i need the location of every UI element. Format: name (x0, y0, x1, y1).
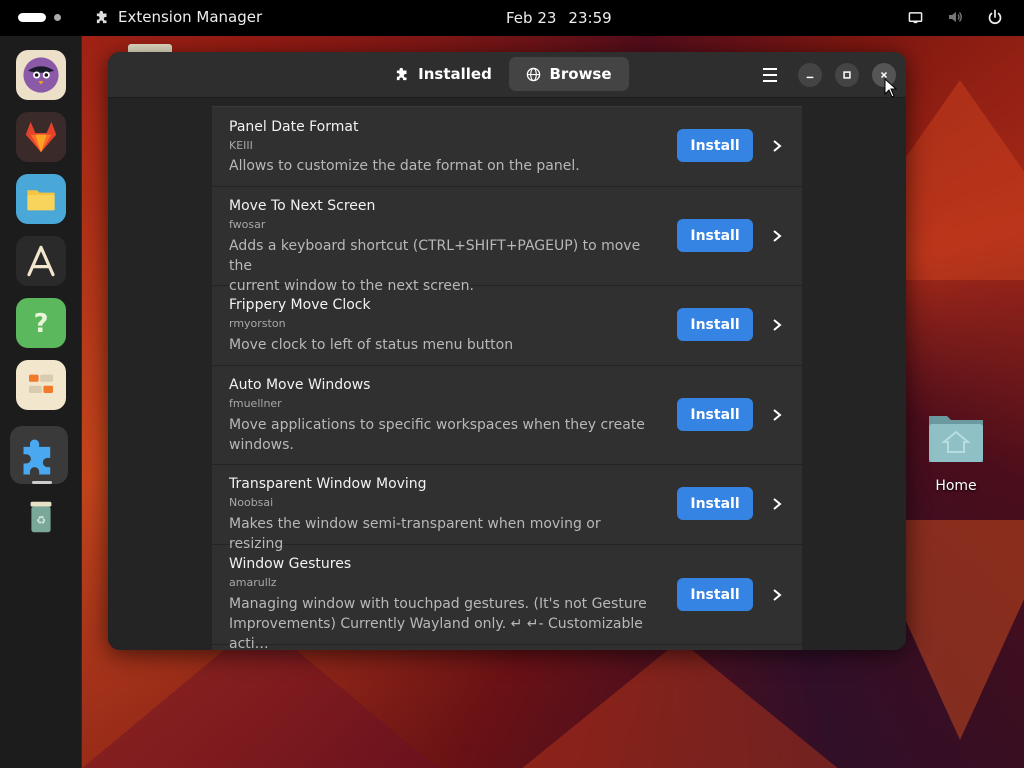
volume-icon[interactable] (946, 8, 964, 26)
activities-button[interactable] (18, 13, 61, 22)
extension-manager-window: Installed Browse Panel Date Format KEIII… (108, 52, 906, 650)
extension-author: fmuellner (229, 397, 282, 410)
workspace-indicator (54, 14, 61, 21)
dock-item-extension-manager[interactable] (16, 432, 66, 482)
extension-description: Move applications to specific workspaces… (229, 415, 659, 455)
description-line: windows. (229, 437, 294, 453)
list-item[interactable]: Window Gestures amarullz Managing window… (212, 545, 802, 650)
chevron-right-icon[interactable] (770, 408, 784, 422)
power-icon[interactable] (986, 8, 1004, 26)
home-folder-label: Home (935, 478, 977, 494)
description-line: Allows to customize the date format on t… (229, 158, 580, 174)
screen-icon[interactable] (906, 8, 924, 26)
home-folder-icon (929, 416, 983, 462)
minimize-button[interactable] (798, 63, 822, 87)
extension-name: Window Gestures (229, 556, 352, 572)
dock: ? ♻ (0, 36, 82, 768)
svg-text:♻: ♻ (36, 514, 46, 527)
globe-icon (527, 67, 541, 81)
chevron-right-icon[interactable] (770, 588, 784, 602)
chevron-right-icon[interactable] (770, 139, 784, 153)
chevron-right-icon[interactable] (770, 229, 784, 243)
system-tray[interactable] (906, 8, 1004, 26)
extension-author: KEIII (229, 139, 253, 152)
list-item[interactable]: Panel Date Format KEIII Allows to custom… (212, 107, 802, 187)
description-line: Move clock to left of status menu button (229, 337, 514, 353)
clock[interactable]: Feb 23 23:59 (506, 9, 612, 27)
extension-author: rmyorston (229, 317, 286, 330)
extension-name: Transparent Window Moving (229, 476, 427, 492)
dock-item-tweaks[interactable] (16, 360, 66, 410)
wallpaper-shape (520, 640, 840, 768)
hamburger-icon (763, 74, 777, 76)
app-menu[interactable]: Extension Manager (96, 8, 262, 26)
browse-content: Panel Date Format KEIII Allows to custom… (108, 98, 906, 650)
clock-time: 23:59 (568, 9, 612, 27)
list-item[interactable]: Frippery Move Clock rmyorston Move clock… (212, 286, 802, 366)
puzzle-icon (23, 439, 51, 475)
extension-name: Move To Next Screen (229, 198, 376, 214)
tab-browse-label: Browse (549, 65, 612, 83)
maximize-button[interactable] (835, 63, 859, 87)
hamburger-icon (763, 80, 777, 82)
app-menu-label: Extension Manager (118, 8, 263, 26)
extension-name: Auto Move Windows (229, 377, 371, 393)
tab-browse[interactable]: Browse (509, 57, 629, 91)
desktop-home-folder[interactable]: Home (920, 410, 992, 494)
install-button[interactable]: Install (677, 308, 753, 341)
list-item[interactable]: Move To Next Screen fwosar Adds a keyboa… (212, 187, 802, 294)
header-bar: Installed Browse (108, 52, 906, 98)
extension-description: Move clock to left of status menu button (229, 335, 659, 355)
trash-icon: ♻ (30, 501, 52, 533)
extension-author: amarullz (229, 576, 277, 589)
workspace-active-indicator (18, 13, 46, 22)
tweaks-icon (29, 374, 53, 393)
install-button[interactable]: Install (677, 578, 753, 611)
folder-icon (27, 190, 55, 211)
dock-item-help[interactable]: ? (16, 298, 66, 348)
clock-date: Feb 23 (506, 9, 557, 27)
top-bar: Extension Manager Feb 23 23:59 (0, 0, 1024, 36)
dock-item-trash[interactable]: ♻ (16, 492, 66, 542)
running-app-indicator (32, 481, 52, 484)
extension-author: fwosar (229, 218, 266, 231)
extension-description: Managing window with touchpad gestures. … (229, 594, 659, 650)
help-icon: ? (34, 309, 49, 339)
whatsie-icon (23, 57, 59, 93)
dock-item-gitlab[interactable] (16, 112, 66, 162)
install-button[interactable]: Install (677, 487, 753, 520)
puzzle-icon (96, 10, 107, 24)
extension-author: Noobsai (229, 496, 274, 509)
chevron-right-icon[interactable] (770, 497, 784, 511)
tab-installed[interactable]: Installed (388, 57, 500, 91)
chevron-right-icon[interactable] (770, 318, 784, 332)
puzzle-icon (397, 67, 407, 81)
hamburger-icon (763, 68, 777, 70)
software-center-icon (27, 245, 55, 277)
install-button[interactable]: Install (677, 398, 753, 431)
main-menu-button[interactable] (758, 64, 782, 86)
description-line: Move applications to specific workspaces… (229, 417, 645, 433)
description-line: Improvements) Currently Wayland only. ↵ … (229, 616, 643, 650)
dock-item-files[interactable] (16, 174, 66, 224)
minimize-icon (806, 76, 814, 79)
description-line: Managing window with touchpad gestures. … (229, 596, 647, 612)
gitlab-icon (25, 121, 57, 153)
svg-text:?: ? (34, 309, 49, 339)
list-item[interactable]: Transparent Window Moving Noobsai Makes … (212, 465, 802, 552)
maximize-icon (843, 71, 851, 79)
install-button[interactable]: Install (677, 219, 753, 252)
list-item[interactable]: Auto Move Windows fmuellner Move applica… (212, 366, 802, 465)
tab-installed-label: Installed (418, 65, 492, 83)
extension-name: Frippery Move Clock (229, 297, 371, 313)
extension-description: Allows to customize the date format on t… (229, 156, 659, 176)
description-line: Adds a keyboard shortcut (CTRL+SHIFT+PAG… (229, 238, 641, 274)
dock-item-whatsie[interactable] (16, 50, 66, 100)
dock-item-software[interactable] (16, 236, 66, 286)
mouse-cursor-icon (884, 78, 898, 98)
install-button[interactable]: Install (677, 129, 753, 162)
extension-name: Panel Date Format (229, 119, 359, 135)
extension-list: Panel Date Format KEIII Allows to custom… (212, 106, 802, 650)
